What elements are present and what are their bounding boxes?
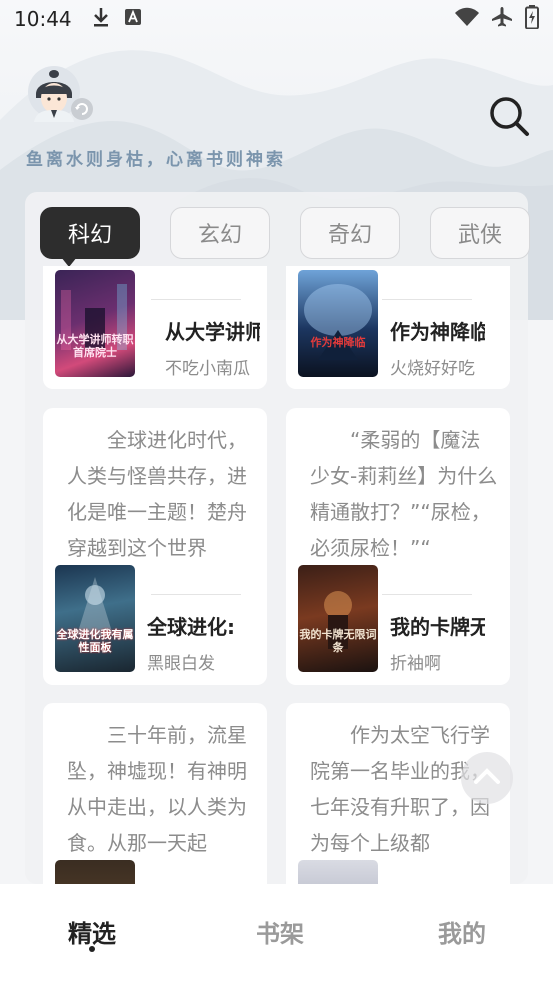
book-cover <box>298 860 378 884</box>
wifi-icon <box>455 7 479 31</box>
status-bar: 10:44 <box>0 0 553 38</box>
book-card[interactable]: 从大学讲师转职首席院士 从大学讲师 不吃小南瓜 <box>43 266 267 389</box>
status-time: 10:44 <box>14 7 72 31</box>
book-author: 折袖啊 <box>390 654 441 674</box>
book-cover: 作为神降临 <box>298 270 378 377</box>
tab-xuanhuan[interactable]: 玄幻 <box>170 207 270 259</box>
app-notification-icon <box>124 8 142 30</box>
book-card[interactable]: 全球进化时代，人类与怪兽共存，进化是唯一主题！楚舟穿越到这个世界 全球进化我有属… <box>43 408 267 685</box>
cover-title: 从大学讲师转职首席院士 <box>56 333 134 359</box>
book-cover <box>55 860 135 884</box>
download-icon <box>92 7 110 31</box>
tab-fantasy[interactable]: 奇幻 <box>300 207 400 259</box>
cover-title: 全球进化我有属性面板 <box>56 628 134 654</box>
tab-wuxia[interactable]: 武侠 <box>430 207 530 259</box>
nav-profile[interactable]: 我的 <box>438 914 486 949</box>
book-cover: 从大学讲师转职首席院士 <box>55 270 135 377</box>
user-avatar[interactable] <box>24 64 94 124</box>
active-indicator-dot <box>89 946 95 952</box>
book-excerpt: 全球进化时代，人类与怪兽共存，进化是唯一主题！楚舟穿越到这个世界 <box>67 428 247 560</box>
chevron-up-icon <box>473 767 501 789</box>
divider <box>382 594 472 595</box>
category-tabs: 科幻 玄幻 奇幻 武侠 <box>40 207 530 267</box>
book-author: 火烧好好吃 <box>390 359 475 379</box>
book-title: 我的卡牌无 <box>390 615 485 639</box>
cover-title: 我的卡牌无限词条 <box>299 628 377 654</box>
scroll-to-top-button[interactable] <box>461 752 513 804</box>
book-cover: 全球进化我有属性面板 <box>55 565 135 672</box>
book-card[interactable]: 作为神降临 作为神降临 火烧好好吃 <box>286 266 510 389</box>
tab-scifi[interactable]: 科幻 <box>40 207 140 267</box>
book-cover: 我的卡牌无限词条 <box>298 565 378 672</box>
book-title: 作为神降临 <box>390 320 485 344</box>
book-title: 从大学讲师 <box>165 320 260 344</box>
cover-title: 作为神降临 <box>310 336 366 349</box>
slogan-text: 鱼离水则身枯，心离书则神索 <box>26 150 286 170</box>
search-button[interactable] <box>488 95 530 137</box>
book-grid: 从大学讲师转职首席院士 从大学讲师 不吃小南瓜 作为神降临 作为神降临 火烧好好… <box>25 266 528 884</box>
divider <box>382 299 472 300</box>
battery-charging-icon <box>525 5 539 33</box>
search-icon <box>488 97 530 141</box>
book-author: 黑眼白发 <box>147 654 215 674</box>
divider <box>151 594 241 595</box>
book-author: 不吃小南瓜 <box>165 359 250 379</box>
book-excerpt: 三十年前，流星坠，神墟现！有神明从中走出，以人类为食。从那一天起 <box>67 723 247 855</box>
airplane-mode-icon <box>491 6 513 32</box>
divider <box>151 299 241 300</box>
book-card[interactable]: “柔弱的【魔法少女-莉莉丝】为什么精通散打？”“尿检，必须尿检！”“ 我的卡牌无… <box>286 408 510 685</box>
book-excerpt: “柔弱的【魔法少女-莉莉丝】为什么精通散打？”“尿检，必须尿检！”“ <box>310 428 498 560</box>
book-card[interactable]: 三十年前，流星坠，神墟现！有神明从中走出，以人类为食。从那一天起 <box>43 703 267 884</box>
nav-bookshelf[interactable]: 书架 <box>256 914 304 949</box>
bottom-navigation: 精选 书架 我的 <box>0 884 553 983</box>
nav-featured[interactable]: 精选 <box>68 914 116 949</box>
book-title: 全球进化: <box>147 615 235 639</box>
